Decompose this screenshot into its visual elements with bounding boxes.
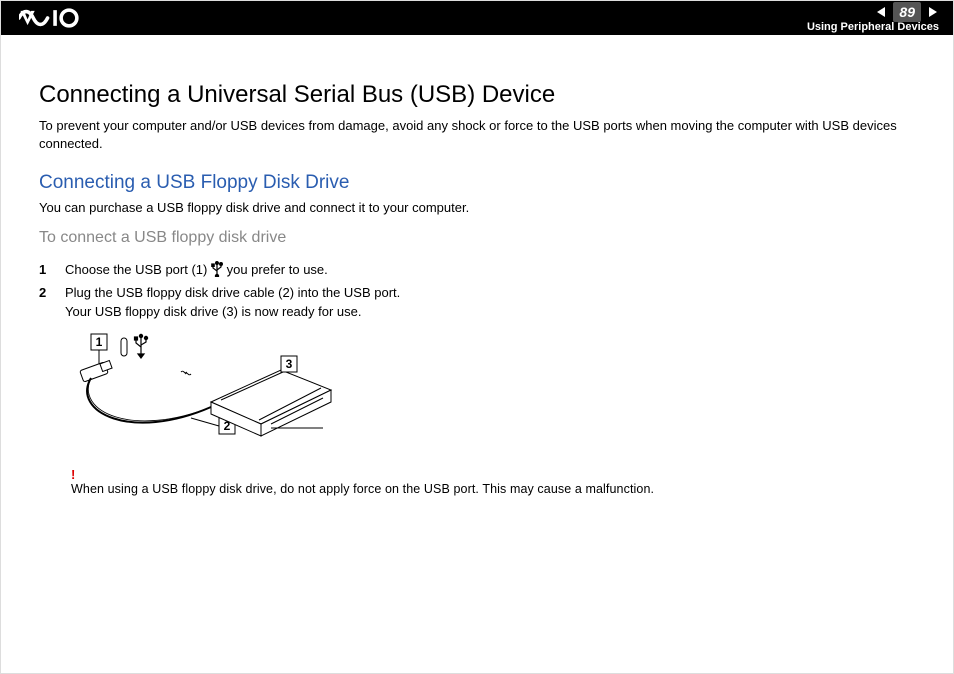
page-title: Connecting a Universal Serial Bus (USB) … <box>39 81 915 109</box>
connection-diagram: 1 <box>71 332 915 457</box>
diagram-callout-3: 3 <box>286 357 293 371</box>
warning-text: When using a USB floppy disk drive, do n… <box>71 482 915 496</box>
step-item: 1 Choose the USB port (1) <box>39 261 915 280</box>
subsection-heading: Connecting a USB Floppy Disk Drive <box>39 172 915 194</box>
page-header: 89 Using Peripheral Devices <box>1 1 953 35</box>
page-number-badge: 89 <box>893 2 921 22</box>
procedure-steps: 1 Choose the USB port (1) <box>39 261 915 322</box>
next-page-arrow[interactable] <box>925 5 939 19</box>
intro-paragraph: To prevent your computer and/or USB devi… <box>39 117 915 152</box>
step-number: 2 <box>39 284 51 322</box>
manual-page: 89 Using Peripheral Devices Connecting a… <box>0 0 954 674</box>
vaio-logo <box>19 1 105 35</box>
step-text: Choose the USB port (1) <box>65 261 328 280</box>
page-content: Connecting a Universal Serial Bus (USB) … <box>1 35 953 496</box>
procedure-title: To connect a USB floppy disk drive <box>39 229 915 247</box>
step-item: 2 Plug the USB floppy disk drive cable (… <box>39 284 915 322</box>
prev-page-arrow[interactable] <box>875 5 889 19</box>
section-title: Using Peripheral Devices <box>807 21 939 33</box>
step-text: Plug the USB floppy disk drive cable (2)… <box>65 284 400 322</box>
usb-icon <box>211 261 223 277</box>
diagram-callout-1: 1 <box>96 335 103 349</box>
warning-symbol: ! <box>71 467 915 482</box>
step-number: 1 <box>39 261 51 280</box>
subsection-intro: You can purchase a USB floppy disk drive… <box>39 200 915 215</box>
